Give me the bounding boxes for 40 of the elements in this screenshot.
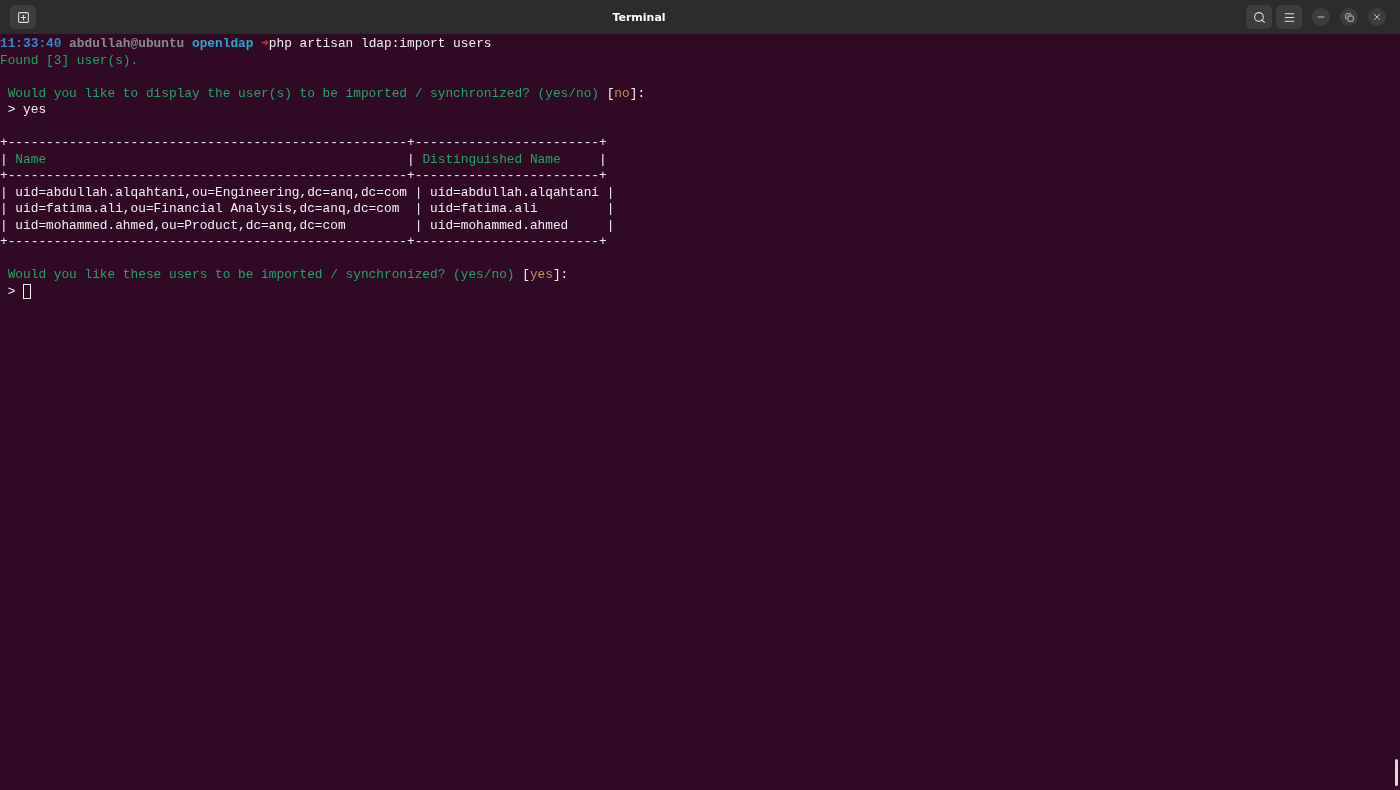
output-text: ]: [552, 267, 569, 284]
output-text: [ [521, 267, 530, 284]
output-text: ]: [629, 85, 646, 102]
question-text: Would you like to display the user(s) to be imported / synchronized? (yes/no) [6, 85, 599, 102]
table-row: | uid=fatima.ali,ou=Financial Analysis,dc=anq,dc=com | uid=fatima.ali | [0, 201, 615, 218]
close-icon [1372, 12, 1382, 22]
table-border: +----------------------------------------------------+------------------------+ [0, 135, 607, 152]
output-text: [ [605, 85, 615, 102]
prompt-arrow: ➜ [261, 36, 269, 53]
scrollbar-thumb[interactable] [1395, 759, 1398, 786]
close-button[interactable] [1368, 8, 1386, 26]
menu-icon [1282, 10, 1296, 24]
output-text: | [598, 151, 607, 168]
table-row: | uid=abdullah.alqahtani,ou=Engineering,dc=anq,dc=com | uid=abdullah.alqahtani | [0, 184, 615, 201]
default-answer: yes [529, 267, 553, 284]
search-button[interactable] [1246, 5, 1272, 29]
prompt-time: 11:33:40 [0, 36, 62, 53]
output-text: | [406, 151, 416, 168]
window-title: Terminal [611, 10, 667, 24]
search-icon [1252, 10, 1266, 24]
input-text: > [6, 283, 16, 300]
table-border: +----------------------------------------------------+------------------------+ [0, 168, 607, 185]
table-heading: Name [15, 151, 47, 168]
command-text: php artisan ldap:import users [268, 36, 492, 53]
prompt-directory: openldap [192, 36, 254, 53]
menu-button[interactable] [1276, 5, 1302, 29]
restore-icon [1344, 12, 1354, 22]
new-tab-button[interactable] [10, 5, 36, 29]
table-border: +----------------------------------------------------+------------------------+ [0, 234, 607, 251]
question-text: Would you like these users to be imported / synchronized? (yes/no) [6, 267, 515, 284]
input-text: > yes [6, 102, 47, 119]
table-row: | uid=mohammed.ahmed,ou=Product,dc=anq,dc=com | uid=mohammed.ahmed | [0, 217, 615, 234]
new-tab-icon [16, 10, 30, 24]
output-text: Found [3] user(s). [0, 52, 139, 69]
restore-button[interactable] [1340, 8, 1358, 26]
table-heading: Distinguished Name [422, 151, 561, 168]
minimize-button[interactable] [1312, 8, 1330, 26]
default-answer: no [614, 85, 630, 102]
output-text: | [0, 151, 9, 168]
prompt-user: abdullah@ubuntu [69, 36, 185, 53]
